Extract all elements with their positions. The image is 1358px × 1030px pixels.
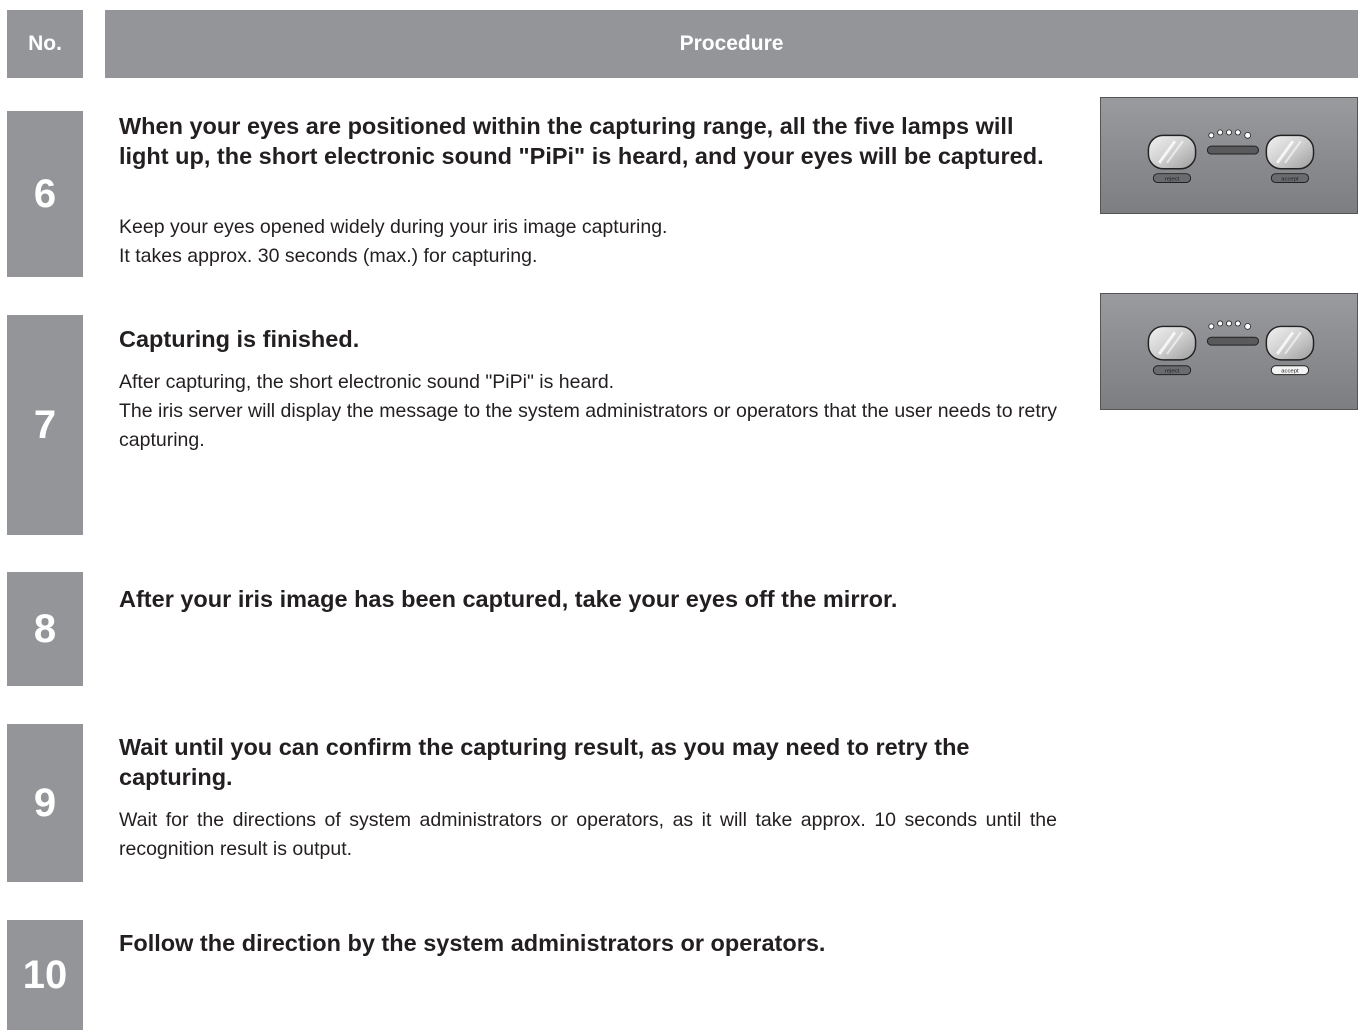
lamp-indicator [1217, 320, 1224, 327]
capture-window [1206, 336, 1259, 346]
step-body-line: Wait for the directions of system admini… [119, 809, 1057, 860]
step-body: After capturing, the short electronic so… [119, 368, 1057, 455]
reject-label: reject [1165, 369, 1180, 375]
step-body: Keep your eyes opened widely during your… [119, 213, 1057, 271]
step-body: Wait for the directions of system admini… [119, 806, 1057, 864]
step-body-line: It takes approx. 30 seconds (max.) for c… [119, 245, 538, 267]
step-title: After your iris image has been captured,… [119, 586, 898, 612]
step-number: 10 [7, 920, 83, 1030]
step-number: 9 [7, 724, 83, 882]
column-header-no: No. [7, 10, 83, 78]
lamp-indicator [1208, 323, 1215, 330]
step-body-line: After capturing, the short electronic so… [119, 371, 615, 393]
reject-label: reject [1165, 177, 1180, 183]
lamp-indicator [1208, 132, 1215, 139]
lamp-indicator [1234, 320, 1241, 327]
accept-label: accept [1281, 177, 1299, 183]
step-title: When your eyes are positioned within the… [119, 113, 1044, 169]
accept-button-mirror [1265, 134, 1315, 170]
step-number: 6 [7, 111, 83, 277]
step-number: 7 [7, 315, 83, 535]
accept-button-mirror [1265, 325, 1315, 361]
step-number: 8 [7, 572, 83, 686]
lamp-indicator [1234, 129, 1241, 136]
step-title: Wait until you can confirm the capturing… [119, 734, 970, 790]
step-body-line: The iris server will display the message… [119, 400, 1057, 451]
step-title: Capturing is finished. [119, 326, 360, 352]
accept-label: accept [1281, 369, 1299, 375]
lamp-indicator [1244, 132, 1252, 139]
lamp-indicator [1226, 320, 1232, 327]
reject-button-mirror [1147, 134, 1197, 170]
lamp-indicator [1226, 129, 1232, 136]
reject-button-mirror [1147, 325, 1197, 361]
device-panel-drawing: reject accept [1147, 320, 1315, 376]
step-title: Follow the direction by the system admin… [119, 930, 826, 956]
step-body-line: Keep your eyes opened widely during your… [119, 216, 668, 238]
device-panel-drawing: reject accept [1147, 129, 1315, 184]
capture-window [1206, 145, 1259, 155]
lamp-indicator [1244, 323, 1252, 330]
lamp-indicator [1217, 129, 1224, 136]
device-panel-illustration: reject accept [1100, 97, 1358, 214]
column-header-procedure: Procedure [105, 10, 1358, 78]
device-panel-illustration: reject accept [1100, 293, 1358, 410]
